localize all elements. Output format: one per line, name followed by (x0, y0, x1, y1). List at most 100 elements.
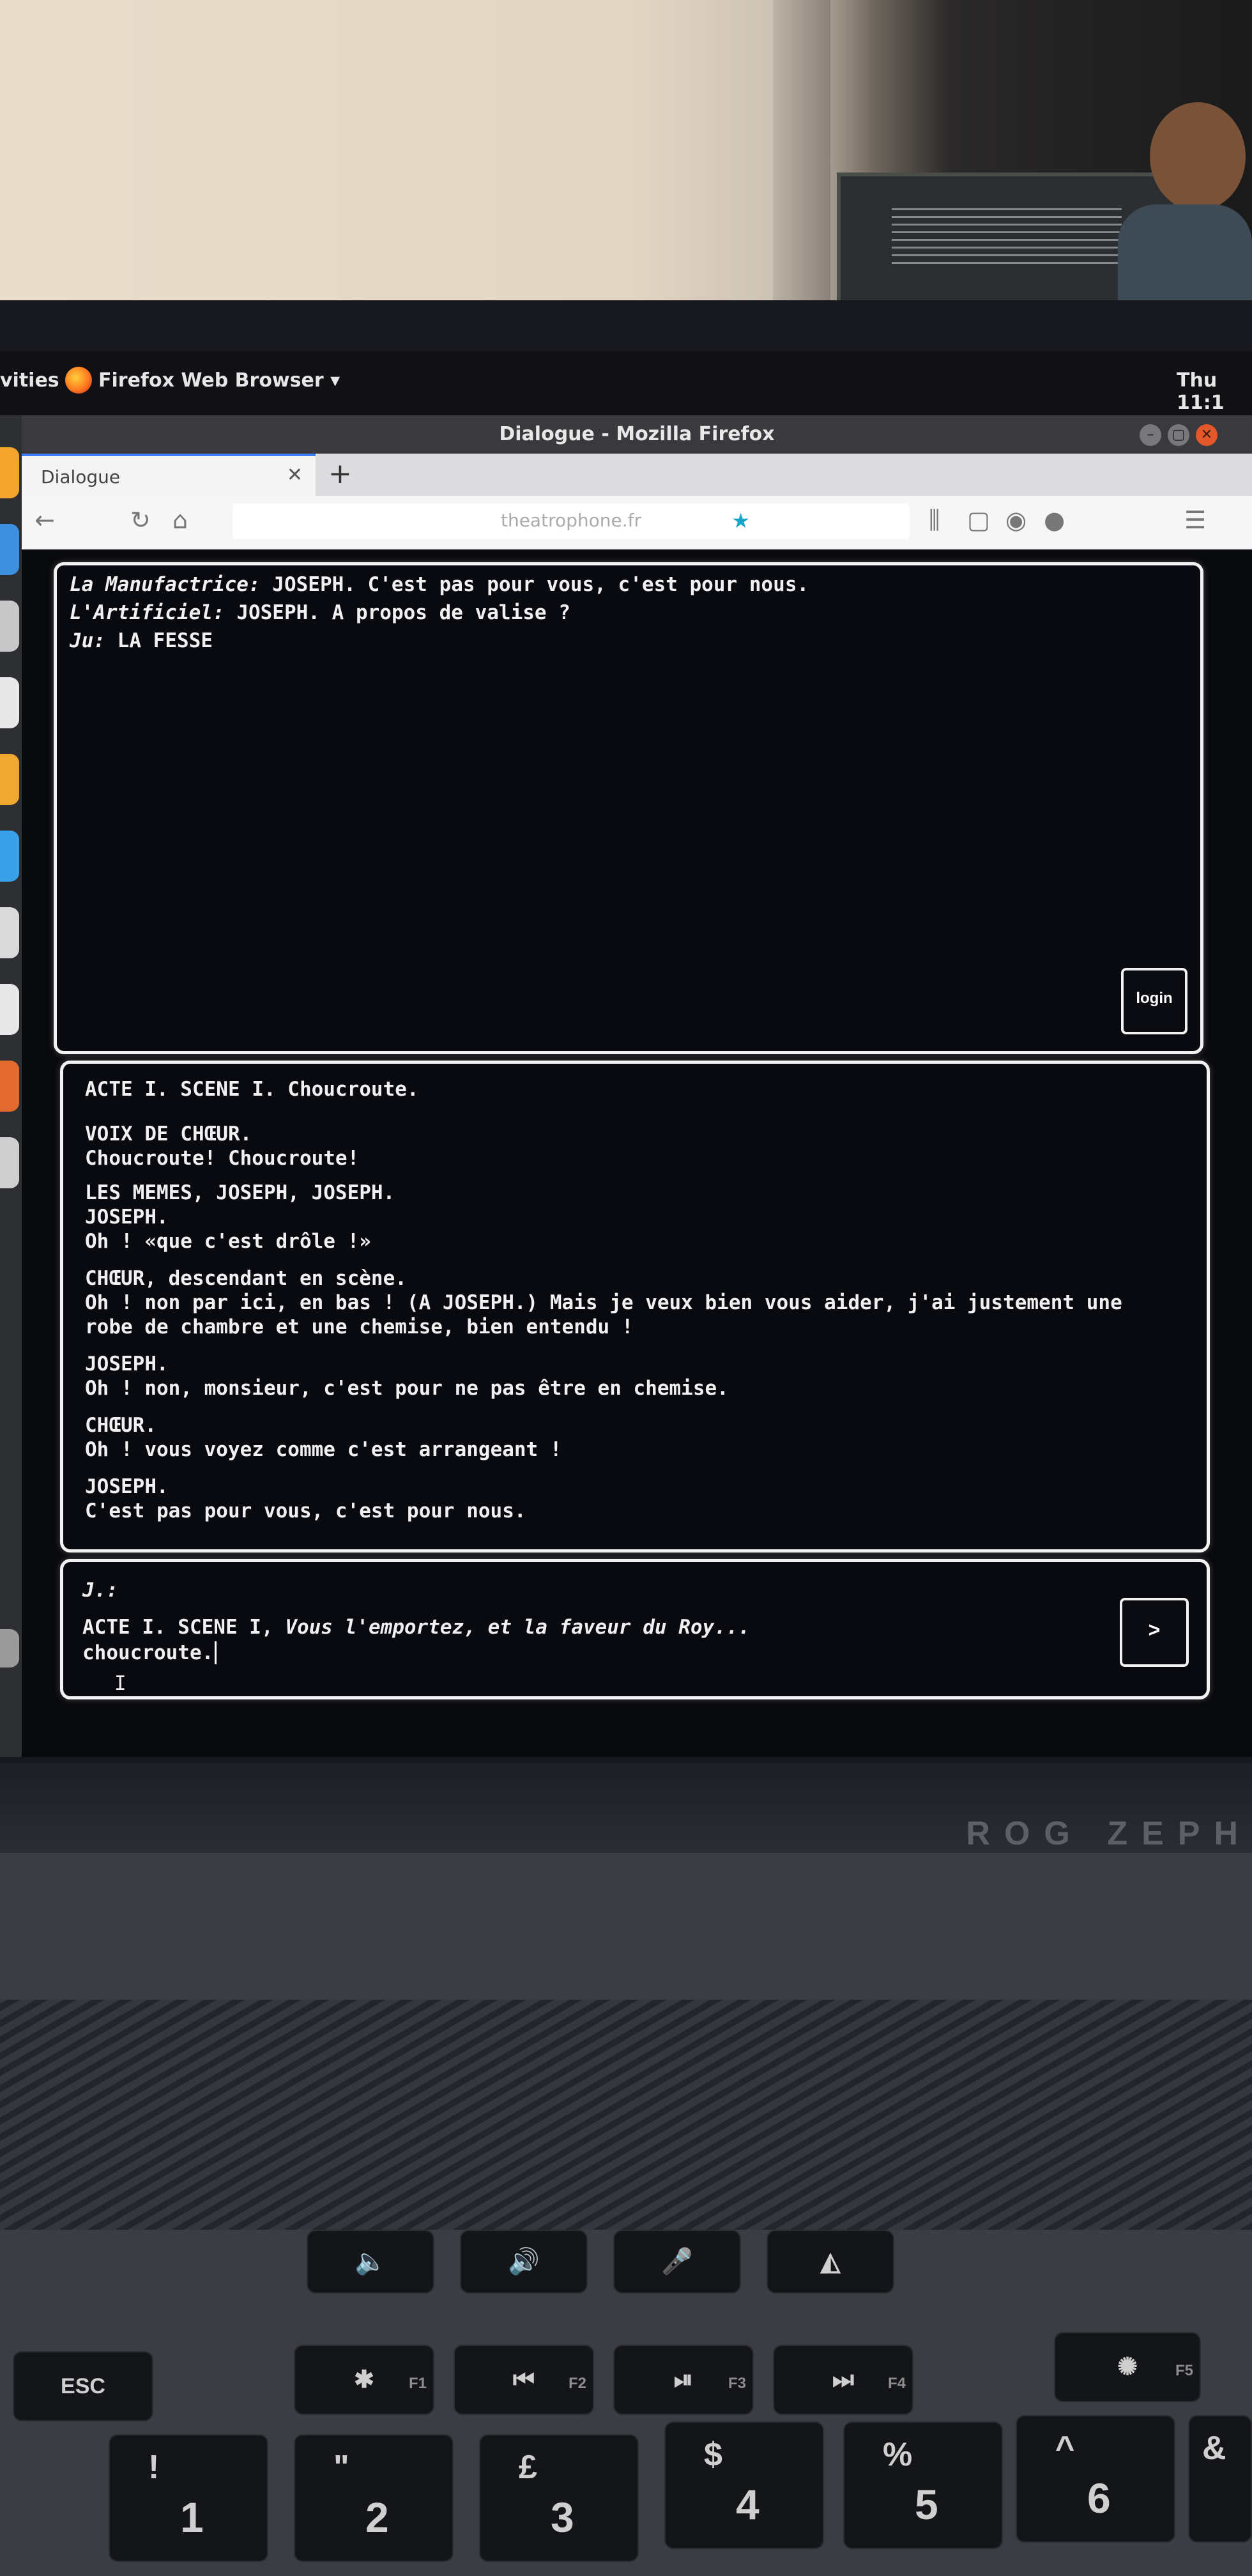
send-button[interactable]: > (1120, 1598, 1189, 1667)
new-tab-icon[interactable]: + (328, 457, 352, 490)
key-4[interactable]: $ 4 (664, 2421, 824, 2549)
key-3[interactable]: £ 3 (479, 2434, 639, 2562)
volume-down-icon[interactable]: 🔈 (307, 2230, 434, 2294)
pocket-icon[interactable]: ◉ (1005, 506, 1027, 534)
input-panel[interactable]: J.: ACTE I. SCENE I, Vous l'emportez, et… (60, 1559, 1210, 1699)
settings-gear-icon[interactable] (0, 1137, 19, 1188)
f3-key[interactable]: F3 ⏯ (613, 2345, 754, 2415)
help-icon[interactable] (0, 984, 19, 1035)
script-line: VOIX DE CHŒUR. (85, 1123, 252, 1146)
amazon-icon[interactable] (0, 1061, 19, 1112)
minimize-icon[interactable]: – (1140, 424, 1161, 446)
input-text-prefix: ACTE I. SCENE I, (82, 1616, 273, 1639)
esc-key[interactable]: ESC (13, 2351, 153, 2421)
files-icon[interactable] (0, 601, 19, 652)
input-speaker-label: J.: (82, 1579, 118, 1602)
f2-key[interactable]: F2 ⏮ (454, 2345, 594, 2415)
activities-button[interactable]: vities (0, 369, 59, 392)
person-body (1118, 204, 1252, 313)
script-line: JOSEPH. (85, 1353, 169, 1376)
monitor-text-lines (892, 208, 1122, 266)
speaker-name: La Manufactrice: (70, 573, 261, 596)
dialogue-line: L'Artificiel: JOSEPH. A propos de valise… (70, 601, 570, 624)
text-cursor (215, 1641, 217, 1664)
key-2[interactable]: " 2 (294, 2434, 454, 2562)
firefox-icon (65, 367, 92, 394)
folder-icon[interactable] (0, 754, 19, 805)
maximize-icon[interactable]: ▢ (1168, 424, 1189, 446)
person-head (1150, 102, 1246, 211)
script-line: ACTE I. SCENE I. Choucroute. (85, 1078, 419, 1101)
navigation-bar: ← ↻ ⌂ theatrophone.fr ★ ⫼ ▢ ◉ ● ☰ (22, 496, 1252, 551)
script-line: robe de chambre et une chemise, bien ent… (85, 1315, 634, 1338)
dialogue-text: JOSEPH. C'est pas pour vous, c'est pour … (272, 573, 809, 596)
dialogue-text: JOSEPH. A propos de valise ? (236, 601, 570, 624)
app-menu[interactable]: Firefox Web Browser ▾ (98, 369, 340, 392)
thunderbird-icon[interactable] (0, 524, 19, 575)
laptop-brand-logo: ROG ZEPH (966, 1815, 1252, 1852)
bookmark-star-icon[interactable]: ★ (731, 509, 750, 533)
tab-label: Dialogue (41, 466, 121, 487)
script-line: LES MEMES, JOSEPH, JOSEPH. (85, 1181, 395, 1204)
window-title: Dialogue - Mozilla Firefox (499, 423, 775, 445)
url-bar[interactable]: theatrophone.fr ★ (233, 503, 910, 539)
script-line: CHŒUR. (85, 1414, 156, 1437)
library-icon[interactable]: ⫼ (929, 506, 940, 535)
i-beam-cursor-icon: I (114, 1672, 126, 1695)
url-text: theatrophone.fr (500, 510, 641, 531)
gnome-top-bar: vities Firefox Web Browser ▾ Thu 11:1 (0, 351, 1252, 415)
tab-dialogue[interactable]: Dialogue ✕ (22, 454, 316, 496)
rog-key-icon[interactable]: ◭ (767, 2230, 894, 2294)
window-title-bar: Dialogue - Mozilla Firefox – ▢ ✕ (22, 415, 1252, 454)
script-line: CHŒUR, descendant en scène. (85, 1267, 407, 1290)
close-window-icon[interactable]: ✕ (1196, 424, 1218, 446)
script-line: JOSEPH. (85, 1206, 169, 1229)
reload-icon[interactable]: ↻ (130, 506, 151, 534)
script-panel: ACTE I. SCENE I. Choucroute. VOIX DE CHŒ… (60, 1061, 1210, 1552)
home-icon[interactable]: ⌂ (172, 506, 188, 534)
page-content: La Manufactrice: JOSEPH. C'est pas pour … (22, 549, 1252, 1757)
dialogue-line: La Manufactrice: JOSEPH. C'est pas pour … (70, 573, 809, 596)
dialogue-text: LA FESSE (117, 629, 213, 652)
script-line: Oh ! non par ici, en bas ! (A JOSEPH.) M… (85, 1291, 1122, 1314)
menu-icon[interactable]: ☰ (1184, 506, 1206, 534)
speaker-name: Ju: (70, 629, 105, 652)
speaker-name: L'Artificiel: (70, 601, 225, 624)
f1-key[interactable]: F1 ✱ (294, 2345, 434, 2415)
script-line: C'est pas pour vous, c'est pour nous. (85, 1499, 526, 1522)
f5-key[interactable]: F5 ✺ (1054, 2332, 1201, 2402)
terminal-icon[interactable] (0, 907, 19, 958)
script-line: JOSEPH. (85, 1475, 169, 1498)
f4-key[interactable]: F4 ⏭ (773, 2345, 913, 2415)
mic-mute-icon[interactable]: 🎤 (613, 2230, 741, 2294)
input-text: choucroute. (82, 1641, 214, 1664)
clock[interactable]: Thu 11:1 (1177, 369, 1252, 414)
software-icon[interactable] (0, 831, 19, 882)
volume-up-icon[interactable]: 🔊 (460, 2230, 588, 2294)
close-tab-icon[interactable]: ✕ (287, 464, 303, 486)
cooling-vent (0, 2000, 1252, 2230)
document-icon[interactable] (0, 677, 19, 728)
key-1[interactable]: ! 1 (109, 2434, 268, 2562)
key-6[interactable]: ^ 6 (1016, 2415, 1175, 2543)
script-line: Choucroute! Choucroute! (85, 1147, 360, 1170)
script-line: Oh ! non, monsieur, c'est pour ne pas êt… (85, 1377, 729, 1400)
tab-strip: Dialogue ✕ + (22, 454, 1252, 496)
door-frame (773, 0, 830, 307)
input-line[interactable]: choucroute. (82, 1641, 217, 1664)
sidebar-icon[interactable]: ▢ (967, 506, 990, 534)
dialogue-line: Ju: LA FESSE (70, 629, 213, 652)
dialogue-panel: La Manufactrice: JOSEPH. C'est pas pour … (54, 562, 1203, 1054)
input-text-rest: Vous l'emportez, et la faveur du Roy... (285, 1616, 751, 1639)
laptop-screen: vities Firefox Web Browser ▾ Thu 11:1 Di… (0, 351, 1252, 1757)
dock (0, 415, 22, 1757)
key-5[interactable]: % 5 (843, 2421, 1003, 2549)
extension-icon[interactable]: ● (1044, 506, 1065, 534)
back-icon[interactable]: ← (34, 506, 55, 534)
app-grid-icon[interactable] (0, 1629, 19, 1667)
input-line[interactable]: ACTE I. SCENE I, Vous l'emportez, et la … (82, 1616, 750, 1639)
firefox-dock-icon[interactable] (0, 447, 19, 498)
key-7[interactable]: & (1188, 2415, 1252, 2543)
script-line: Oh ! «que c'est drôle !» (85, 1230, 371, 1253)
login-button[interactable]: login (1121, 968, 1187, 1034)
